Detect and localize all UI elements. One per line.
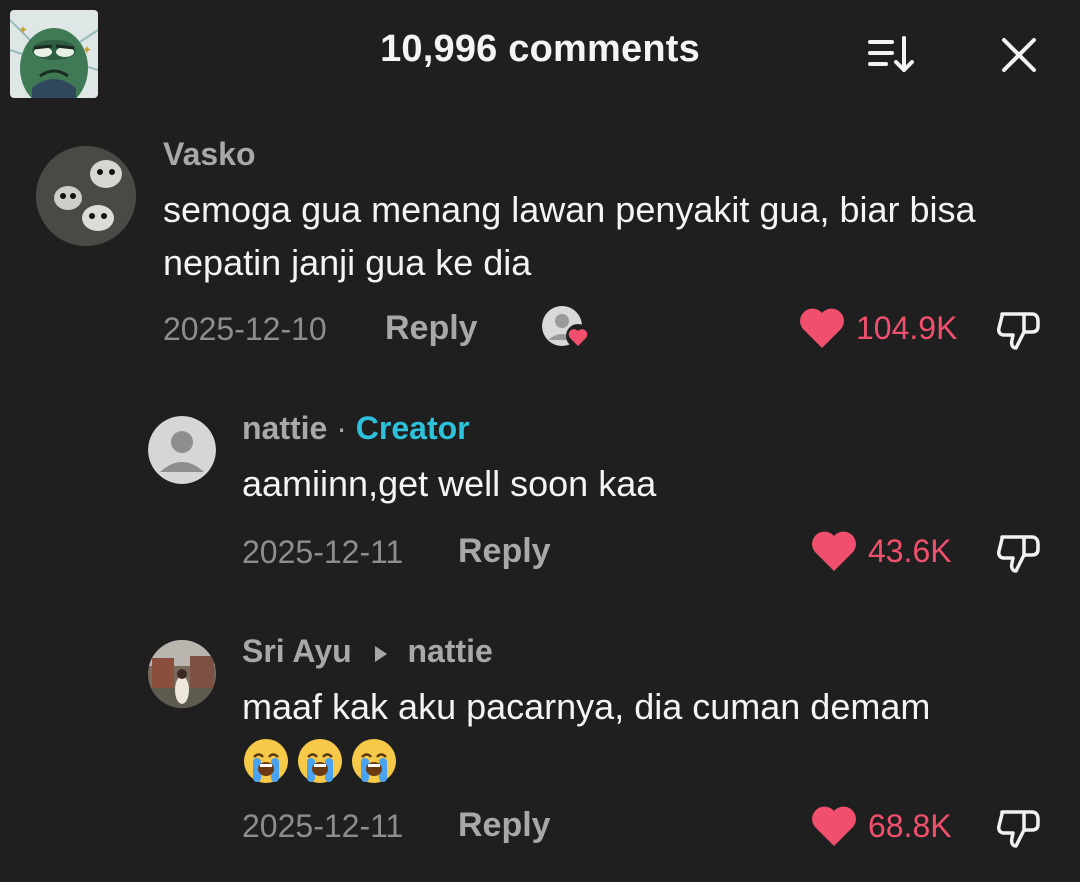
avatar-sri-ayu[interactable] bbox=[148, 640, 216, 708]
loudly-crying-face-icon bbox=[244, 739, 288, 783]
dislike-button[interactable] bbox=[994, 304, 1044, 354]
creator-badge: Creator bbox=[355, 410, 470, 446]
username-text[interactable]: nattie bbox=[242, 410, 327, 446]
heart-icon bbox=[812, 531, 856, 571]
like-button[interactable]: 43.6K bbox=[810, 529, 952, 573]
comment-username[interactable]: Sri Ayu nattie bbox=[242, 633, 493, 670]
reply-to-username[interactable]: nattie bbox=[407, 633, 492, 669]
avatar-vasko[interactable] bbox=[36, 146, 136, 246]
reply-button[interactable]: Reply bbox=[385, 309, 478, 348]
avatar-nattie[interactable] bbox=[148, 416, 216, 484]
dislike-button[interactable] bbox=[994, 527, 1044, 577]
sort-down-icon bbox=[868, 36, 914, 72]
comment-text: aamiinn,get well soon kaa bbox=[242, 463, 657, 504]
like-count: 43.6K bbox=[868, 532, 952, 569]
comment-date: 2025-12-11 bbox=[242, 808, 404, 844]
heart-icon bbox=[800, 308, 844, 348]
like-count: 68.8K bbox=[868, 807, 952, 844]
creator-liked-badge bbox=[540, 304, 594, 352]
comment-date: 2025-12-10 bbox=[163, 311, 327, 347]
username-text[interactable]: Sri Ayu bbox=[242, 633, 352, 669]
like-button[interactable]: 68.8K bbox=[810, 804, 952, 848]
like-count: 104.9K bbox=[856, 309, 958, 346]
comment-text: maaf kak aku pacarnya, dia cuman demam bbox=[242, 686, 931, 727]
comment-text: semoga gua menang lawan penyakit gua, bi… bbox=[163, 189, 976, 283]
dislike-button[interactable] bbox=[994, 802, 1044, 852]
reply-button[interactable]: Reply bbox=[458, 532, 551, 571]
comment-date: 2025-12-11 bbox=[242, 534, 404, 570]
thumbs-down-icon bbox=[997, 312, 1040, 350]
close-icon bbox=[1002, 38, 1036, 72]
loudly-crying-face-icon bbox=[298, 739, 342, 783]
thumbs-down-icon bbox=[997, 810, 1040, 848]
close-button[interactable] bbox=[994, 30, 1044, 80]
comments-panel: ✦ ✦ 10,996 comments Vasko semoga gua men… bbox=[0, 0, 1080, 882]
reply-arrow-icon bbox=[374, 645, 387, 662]
reply-button[interactable]: Reply bbox=[458, 806, 551, 845]
like-button[interactable]: 104.9K bbox=[798, 306, 957, 350]
loudly-crying-face-icon bbox=[352, 739, 396, 783]
emoji-row bbox=[242, 737, 398, 785]
heart-icon bbox=[812, 806, 856, 846]
comment-username[interactable]: Vasko bbox=[163, 136, 256, 173]
sort-button[interactable] bbox=[862, 30, 920, 80]
separator-dot: · bbox=[336, 410, 347, 446]
comment-username[interactable]: nattie · Creator bbox=[242, 410, 470, 447]
thumbs-down-icon bbox=[997, 535, 1040, 573]
